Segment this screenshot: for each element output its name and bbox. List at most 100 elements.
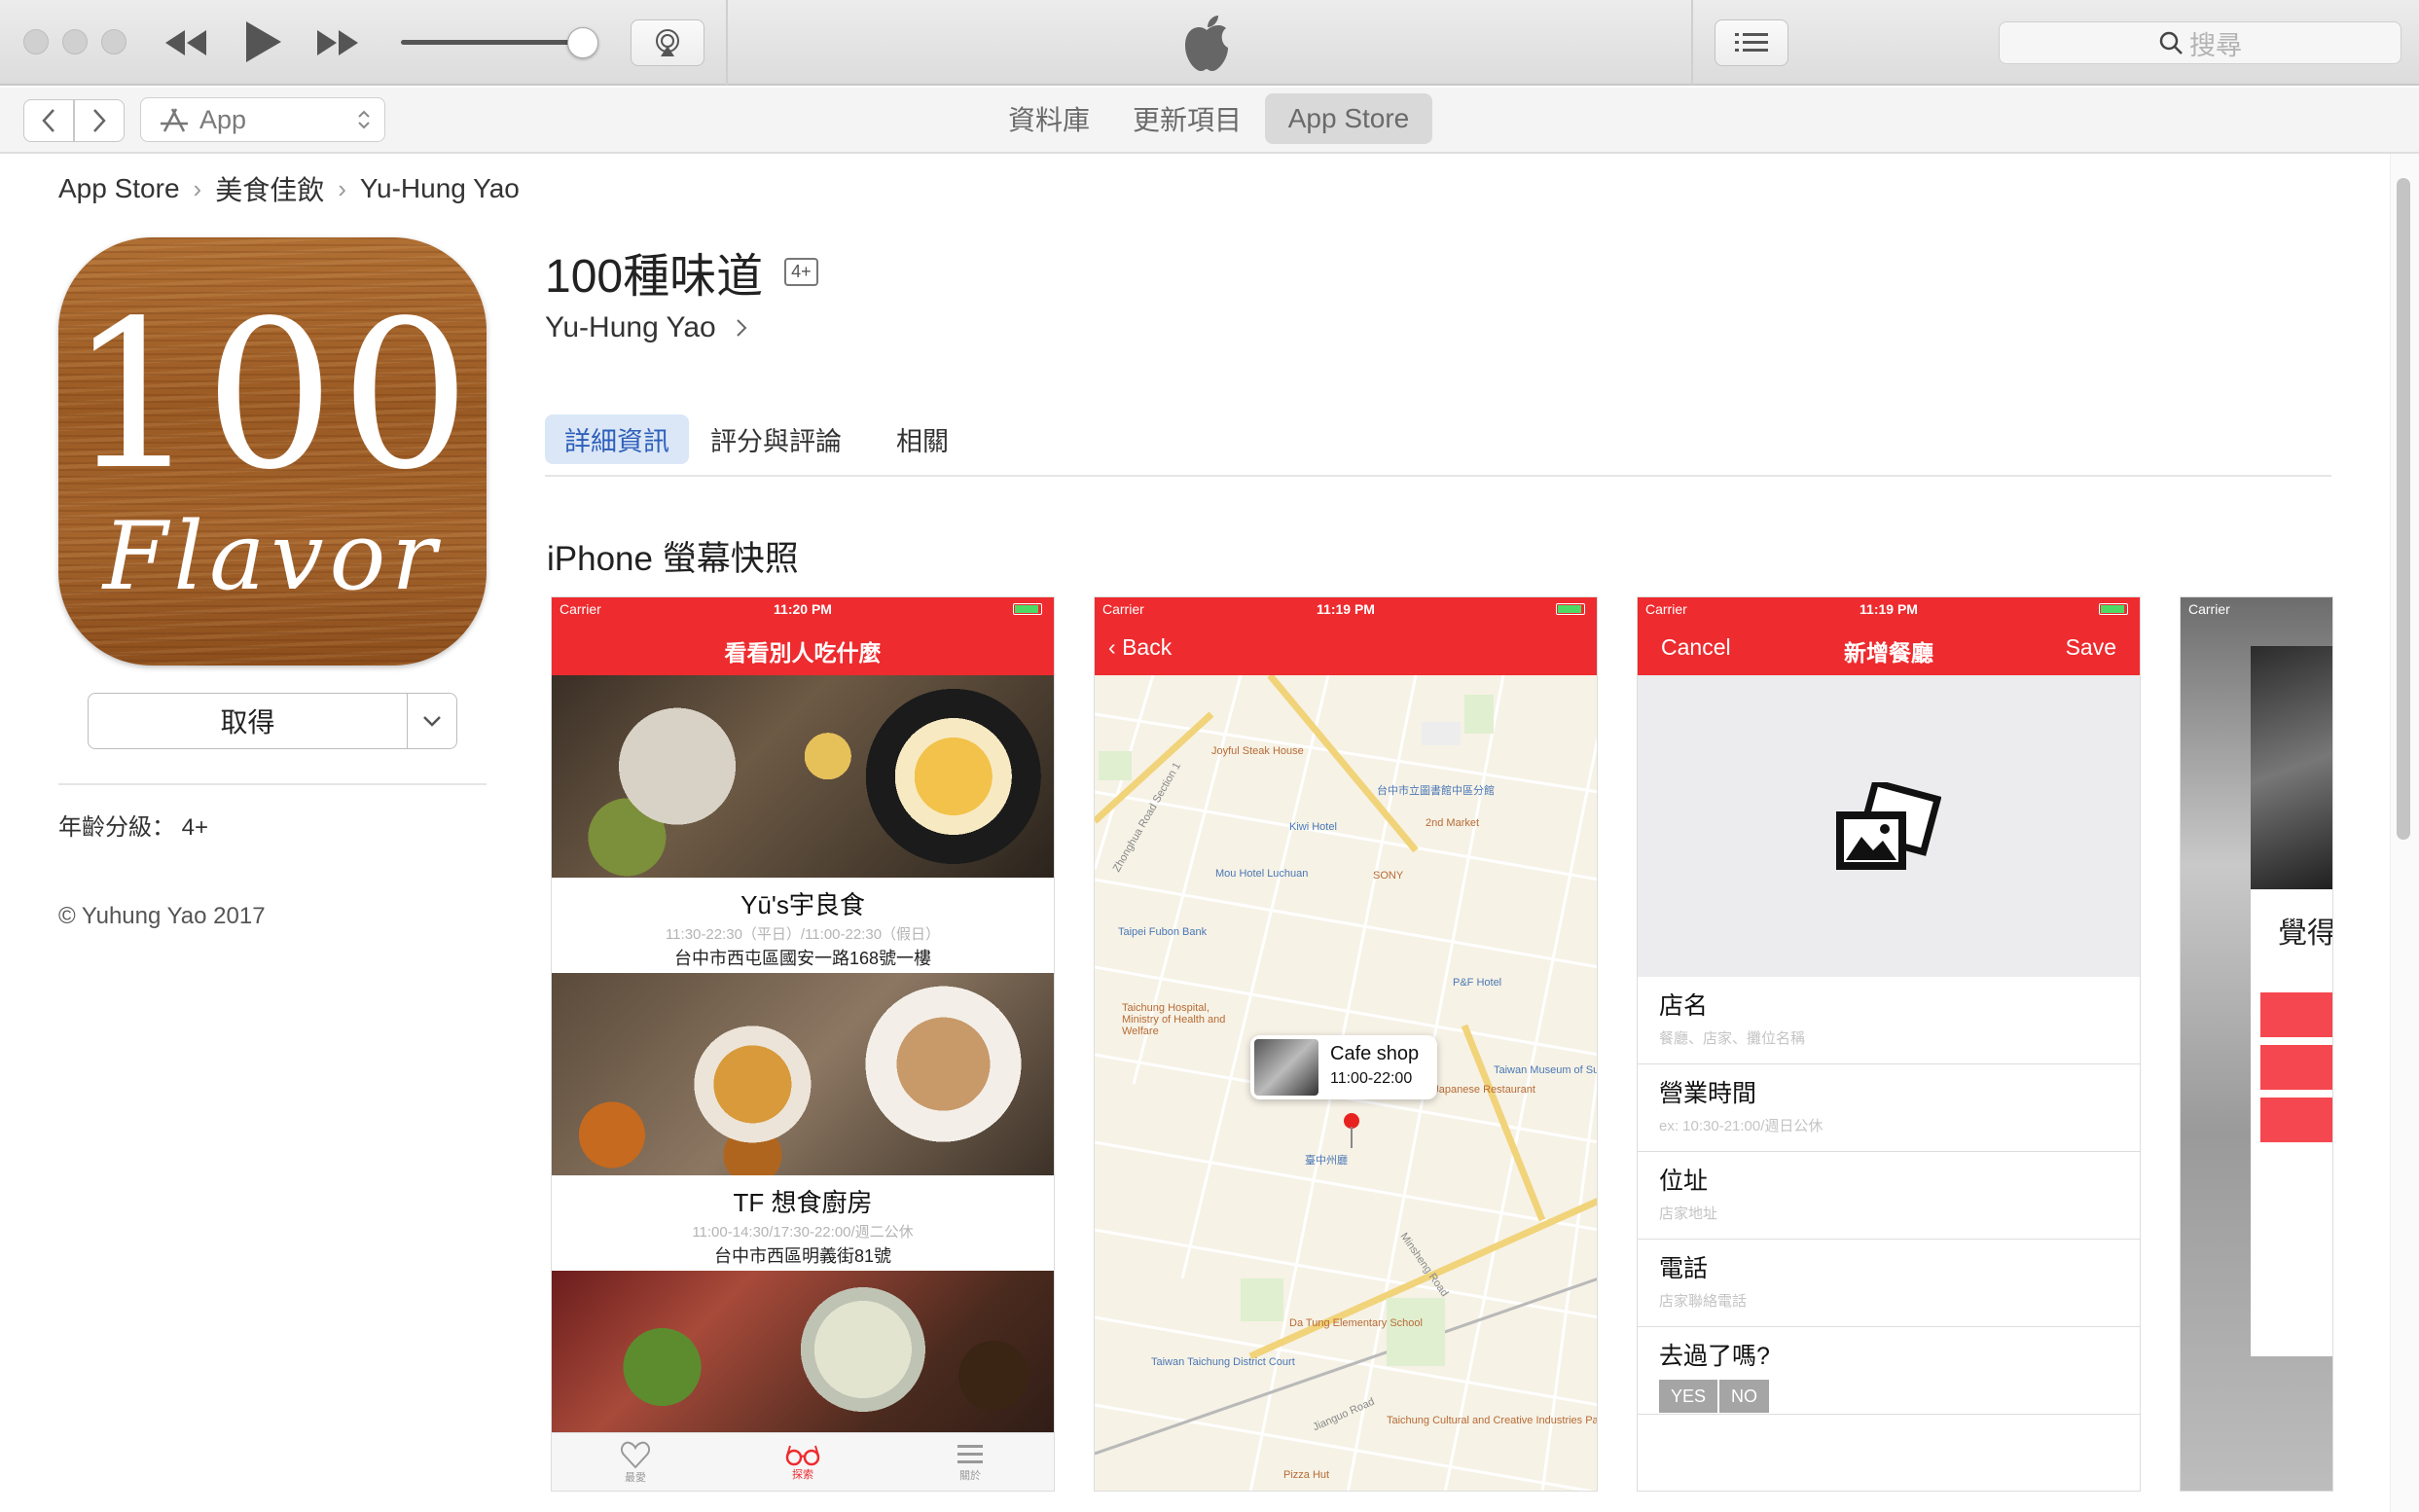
apple-logo-icon (1179, 14, 1234, 74)
chevron-right-icon (736, 319, 747, 337)
restaurant-address: 台中市西屯區國安一路168號一樓 (673, 949, 932, 968)
save-button[interactable]: Save (2066, 634, 2116, 661)
address-field[interactable]: 位址 店家地址 (1638, 1152, 2140, 1240)
chevron-right-icon: › (193, 173, 202, 203)
breadcrumb: App Store › 美食佳飲 › Yu-Hung Yao (58, 169, 520, 208)
rewind-button[interactable] (162, 23, 210, 62)
battery-icon (1556, 603, 1585, 615)
get-button[interactable]: 取得 (89, 694, 408, 748)
chevron-right-icon: › (338, 173, 346, 203)
detail-tabs: 詳細資訊 評分與評論 相關 (545, 414, 970, 464)
window-zoom-button[interactable] (101, 29, 126, 54)
window-minimize-button[interactable] (62, 29, 88, 54)
tab-updates[interactable]: 更新項目 (1113, 93, 1261, 144)
window-close-button[interactable] (23, 29, 49, 54)
no-button[interactable]: NO (1719, 1380, 1769, 1413)
toolbar-divider (726, 0, 728, 86)
map-label: 臺中州廳 (1305, 1155, 1348, 1167)
breadcrumb-developer[interactable]: Yu-Hung Yao (360, 173, 520, 204)
field-label: 店名 (1659, 992, 1709, 1020)
search-icon (2159, 31, 2183, 54)
chevron-updown-icon (358, 110, 370, 129)
play-icon (246, 21, 281, 62)
red-block[interactable] (2260, 1098, 2332, 1142)
tab-details[interactable]: 詳細資訊 (545, 414, 689, 464)
food-photo (552, 675, 1054, 878)
screenshot-3[interactable]: Carrier 11:19 PM Cancel 新增餐廳 Save 店名 餐廳、… (1637, 596, 2141, 1492)
forward-button[interactable] (74, 99, 125, 142)
app-title: 100種味道 (545, 251, 764, 303)
up-next-list-button[interactable] (1715, 19, 1788, 66)
breadcrumb-category[interactable]: 美食佳飲 (215, 169, 324, 208)
phone-field[interactable]: 電話 店家聯絡電話 (1638, 1240, 2140, 1327)
map-label: Taichung Cultural and Creative Industrie… (1387, 1415, 1597, 1426)
screenshot-2[interactable]: Carrier 11:19 PM ‹ Back Joyful Steak Hou… (1094, 596, 1598, 1492)
status-time: 11:19 PM (1859, 601, 1918, 617)
media-kind-select[interactable]: App (140, 97, 385, 142)
status-bar: Carrier 11:20 PM (552, 597, 1054, 621)
divider (545, 475, 2331, 477)
field-placeholder: 店家地址 (1659, 1206, 1718, 1222)
play-button[interactable] (239, 18, 288, 66)
age-badge: 4+ (784, 257, 818, 286)
photo-icon (1836, 782, 1941, 870)
restaurant-hours: 11:30-22:30（平日）/11:00-22:30（假日） (665, 926, 941, 943)
tab-app-store[interactable]: App Store (1265, 93, 1432, 144)
map-view[interactable]: Joyful Steak House 台中市立圖書館中區分館 Kiwi Hote… (1095, 675, 1597, 1491)
age-rating: 年齡分級： 4+ (58, 814, 209, 841)
chevron-down-icon (423, 716, 441, 727)
callout-thumbnail (1254, 1039, 1318, 1096)
list-icon (1735, 33, 1768, 52)
airplay-button[interactable] (631, 19, 704, 66)
back-button[interactable] (23, 99, 74, 142)
back-nav-button[interactable]: ‹ Back (1108, 634, 1172, 661)
map-label: P&F Hotel (1453, 977, 1502, 989)
tab-about[interactable]: 關於 (886, 1433, 1054, 1491)
airplay-icon (656, 29, 679, 56)
search-field[interactable]: 搜尋 (1999, 21, 2401, 64)
get-options-button[interactable] (408, 694, 456, 748)
scrollbar-thumb[interactable] (2397, 178, 2410, 840)
media-kind-label: App (199, 104, 247, 134)
tab-explore[interactable]: 探索 (719, 1433, 886, 1491)
map-label: Mou Hotel Luchuan (1215, 868, 1309, 880)
map-label: Kiwi Hotel (1289, 821, 1337, 833)
yes-button[interactable]: YES (1659, 1380, 1718, 1413)
callout-title: Cafe shop (1330, 1043, 1420, 1064)
developer-link[interactable]: Yu-Hung Yao (545, 311, 749, 344)
app-title-row: 100種味道 4+ (545, 237, 818, 306)
tab-label: 最愛 (625, 1471, 646, 1484)
fast-forward-button[interactable] (313, 23, 362, 62)
red-block[interactable] (2260, 1045, 2332, 1090)
food-photo (552, 973, 1054, 1175)
red-block[interactable] (2260, 992, 2332, 1037)
hours-field[interactable]: 營業時間 ex: 10:30-21:00/週日公休 (1638, 1064, 2140, 1152)
tab-related[interactable]: 相關 (877, 414, 968, 464)
tab-ratings-reviews[interactable]: 評分與評論 (691, 414, 861, 464)
status-time: 11:20 PM (774, 601, 832, 617)
volume-slider-knob[interactable] (567, 27, 598, 58)
app-store-icon (161, 108, 188, 132)
map-label: Taiwan Taichung District Court (1151, 1356, 1295, 1368)
restaurant-name: TF 想食廚房 (733, 1188, 873, 1217)
divider (58, 783, 487, 785)
breadcrumb-app-store[interactable]: App Store (58, 173, 180, 204)
status-bar: Carrier 11:19 PM (1095, 597, 1597, 621)
map-callout[interactable]: Cafe shop 11:00-22:00 (1250, 1035, 1437, 1099)
screenshot-4[interactable]: Carrier 覺得 (2180, 596, 2333, 1492)
name-field[interactable]: 店名 餐廳、店家、攤位名稱 (1638, 977, 2140, 1064)
battery-icon (1013, 603, 1042, 615)
photo-picker[interactable] (1638, 675, 2140, 977)
tab-library[interactable]: 資料庫 (989, 93, 1109, 144)
screen-title: 看看別人吃什麼 (724, 640, 882, 666)
heart-icon (620, 1441, 651, 1468)
field-label: 電話 (1659, 1255, 1709, 1282)
restaurant-name: Yū's宇良食 (740, 890, 865, 919)
list-item: Yū's宇良食 11:30-22:30（平日）/11:00-22:30（假日） … (552, 885, 1054, 970)
volume-slider-track[interactable] (401, 40, 586, 45)
screenshot-1[interactable]: Carrier 11:20 PM 看看別人吃什麼 Yū's宇良食 11:30-2… (551, 596, 1055, 1492)
field-label: 營業時間 (1659, 1080, 1757, 1107)
tab-favorites[interactable]: 最愛 (552, 1433, 719, 1491)
carrier-label: Carrier (2188, 601, 2230, 617)
photo-background (2251, 646, 2332, 889)
